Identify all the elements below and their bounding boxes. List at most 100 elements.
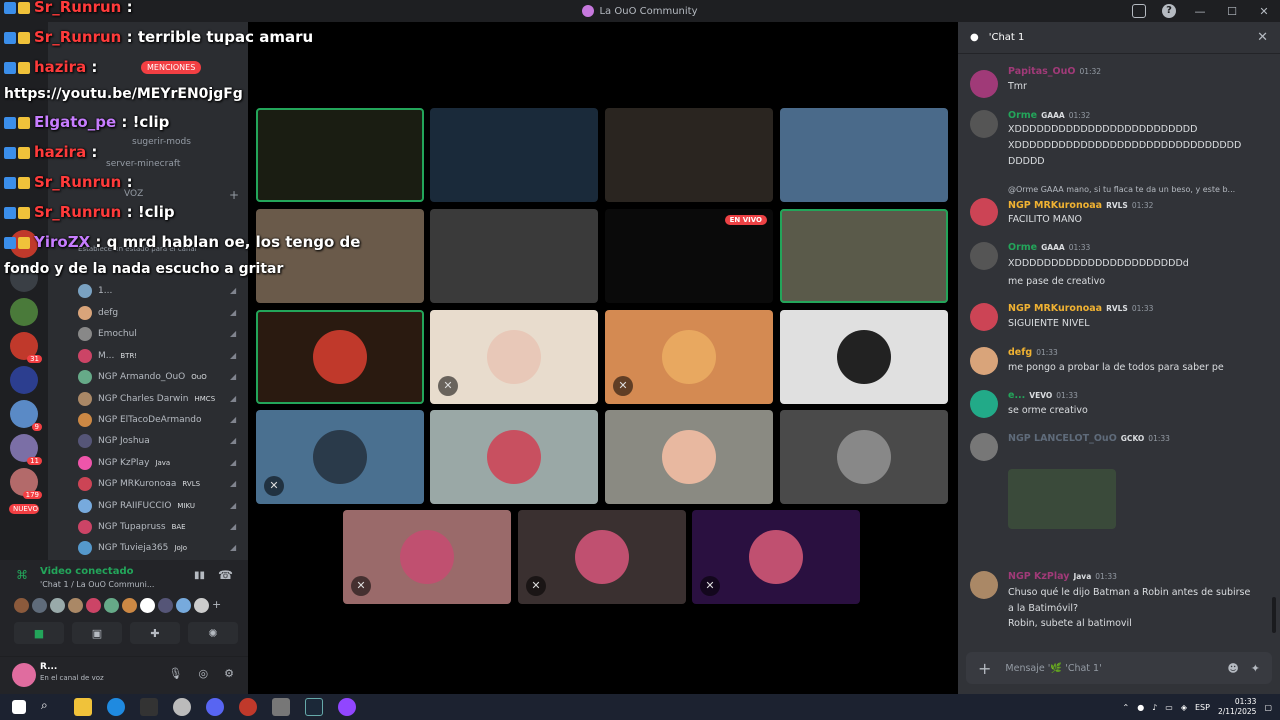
help-icon[interactable]: ? [1162,4,1176,18]
gear-icon[interactable]: ⚙ [224,667,234,680]
voice-avatar[interactable] [104,598,119,613]
voice-member[interactable]: NGP Armando_OuO OuO ◢ [78,367,238,387]
message-input[interactable]: + Mensaje '🌿 'Chat 1' ☻ ✦ [966,652,1272,684]
message-author[interactable]: Orme GAAA 01:32 [1008,110,1090,121]
avatar[interactable] [970,242,998,270]
steam-icon[interactable] [305,698,323,716]
voice-member[interactable]: defg ◢ [78,303,238,323]
author-name[interactable]: NGP KzPlay [1008,571,1069,582]
video-tile[interactable]: EN VIVO [605,209,773,303]
app-icon[interactable] [140,698,158,716]
voice-avatar[interactable] [50,598,65,613]
voice-member[interactable]: NGP Joshua ◢ [78,431,238,451]
server-icon[interactable] [10,230,38,258]
discord-icon[interactable] [206,698,224,716]
noise-icon[interactable]: ▮▮ [194,570,205,581]
voice-avatar[interactable] [194,598,209,613]
image-attachment[interactable] [1008,469,1116,529]
message-placeholder[interactable]: Mensaje '🌿 'Chat 1' [1005,663,1101,674]
video-tile[interactable]: ✕ [430,310,598,404]
avatar[interactable] [970,390,998,418]
channel-item[interactable]: server-minecraft [106,159,180,169]
author-name[interactable]: NGP LANCELOT_OuO [1008,433,1117,444]
video-tile[interactable]: ✕ [692,510,860,604]
app-icon[interactable] [239,698,257,716]
voice-member[interactable]: NGP Charles Darwin HMCS ◢ [78,389,238,409]
message-author[interactable]: defg 01:33 [1008,347,1058,358]
minimize-button[interactable]: — [1184,5,1216,18]
video-tile[interactable] [256,209,424,303]
voice-avatar[interactable] [14,598,29,613]
add-channel-icon[interactable]: + [229,188,239,202]
message-author[interactable]: Orme GAAA 01:33 [1008,242,1090,253]
video-tile[interactable] [256,310,424,404]
voice-avatar[interactable] [158,598,173,613]
apps-icon[interactable]: ✦ [1251,662,1260,675]
mic-icon[interactable]: ● [1137,703,1144,712]
start-icon[interactable] [12,700,26,714]
author-name[interactable]: NGP MRKuronoaa [1008,303,1102,314]
video-tile[interactable] [605,410,773,504]
voice-member[interactable]: NGP RAIIFUCCIO MIKU ◢ [78,496,238,516]
avatar[interactable] [970,347,998,375]
camera-button[interactable]: ■ [14,622,64,644]
message-author[interactable]: NGP LANCELOT_OuO GCKO 01:33 [1008,433,1170,444]
notifications-icon[interactable]: ▢ [1264,703,1272,712]
avatar[interactable] [970,198,998,226]
avatar[interactable] [970,571,998,599]
language-indicator[interactable]: ESP [1195,703,1210,712]
emoji-icon[interactable]: ☻ [1227,662,1238,675]
voice-avatar[interactable] [140,598,155,613]
avatar[interactable] [12,663,36,687]
voice-channel[interactable]: VOZ [124,189,143,199]
app-icon[interactable] [173,698,191,716]
chevron-up-icon[interactable]: ⌃ [1122,703,1129,712]
reply-preview[interactable]: @Orme GAAA mano, si tu flaca te da un be… [1008,185,1235,194]
battery-icon[interactable]: ▭ [1165,703,1173,712]
avatar[interactable] [970,303,998,331]
video-tile[interactable]: ✕ [518,510,686,604]
avatar[interactable] [970,433,998,461]
channel-item[interactable]: sugerir-mods [132,137,191,147]
video-tile[interactable] [780,108,948,202]
author-name[interactable]: defg [1008,347,1032,358]
volume-icon[interactable]: ♪ [1152,703,1157,712]
server-icon[interactable]: 31 [10,332,42,363]
voice-member[interactable]: NGP Tuvieja365 JoJo ◢ [78,538,238,558]
mentions-badge[interactable]: MENCIONES [141,61,202,74]
author-name[interactable]: Orme [1008,110,1037,121]
app-icon[interactable] [272,698,290,716]
scrollbar[interactable] [1272,597,1276,633]
author-name[interactable]: e... [1008,390,1025,401]
video-tile[interactable]: ✕ [343,510,511,604]
server-icon[interactable] [10,264,38,292]
soundboard-button[interactable]: ✺ [188,622,238,644]
author-name[interactable]: NGP MRKuronoaa [1008,200,1102,211]
voice-avatar[interactable] [86,598,101,613]
video-tile[interactable]: ✕ [256,410,424,504]
search-icon[interactable]: ⌕ [41,698,59,716]
video-tile[interactable] [430,209,598,303]
message-author[interactable]: e... VEVO 01:33 [1008,390,1078,401]
voice-member[interactable]: M... BTR! ◢ [78,346,238,366]
video-tile[interactable]: ✕ [605,310,773,404]
video-tile[interactable] [780,209,948,303]
avatar[interactable] [970,110,998,138]
user-name[interactable]: R... [40,662,57,672]
add-icon[interactable]: + [212,598,221,613]
add-attachment-icon[interactable]: + [978,659,991,678]
app-icon[interactable] [338,698,356,716]
voice-member[interactable]: Emochul ◢ [78,324,238,344]
maximize-button[interactable]: ☐ [1216,5,1248,18]
voice-avatar[interactable] [32,598,47,613]
inbox-icon[interactable] [1132,4,1146,18]
server-icon[interactable]: 9 [10,400,42,431]
video-tile[interactable] [256,108,424,202]
video-tile[interactable] [430,410,598,504]
voice-avatar[interactable] [176,598,191,613]
server-icon[interactable]: 179 [10,468,42,499]
voice-avatar[interactable] [68,598,83,613]
video-tile[interactable] [780,410,948,504]
server-icon[interactable] [10,366,38,394]
signal-icon[interactable]: ⌘ [16,568,30,582]
